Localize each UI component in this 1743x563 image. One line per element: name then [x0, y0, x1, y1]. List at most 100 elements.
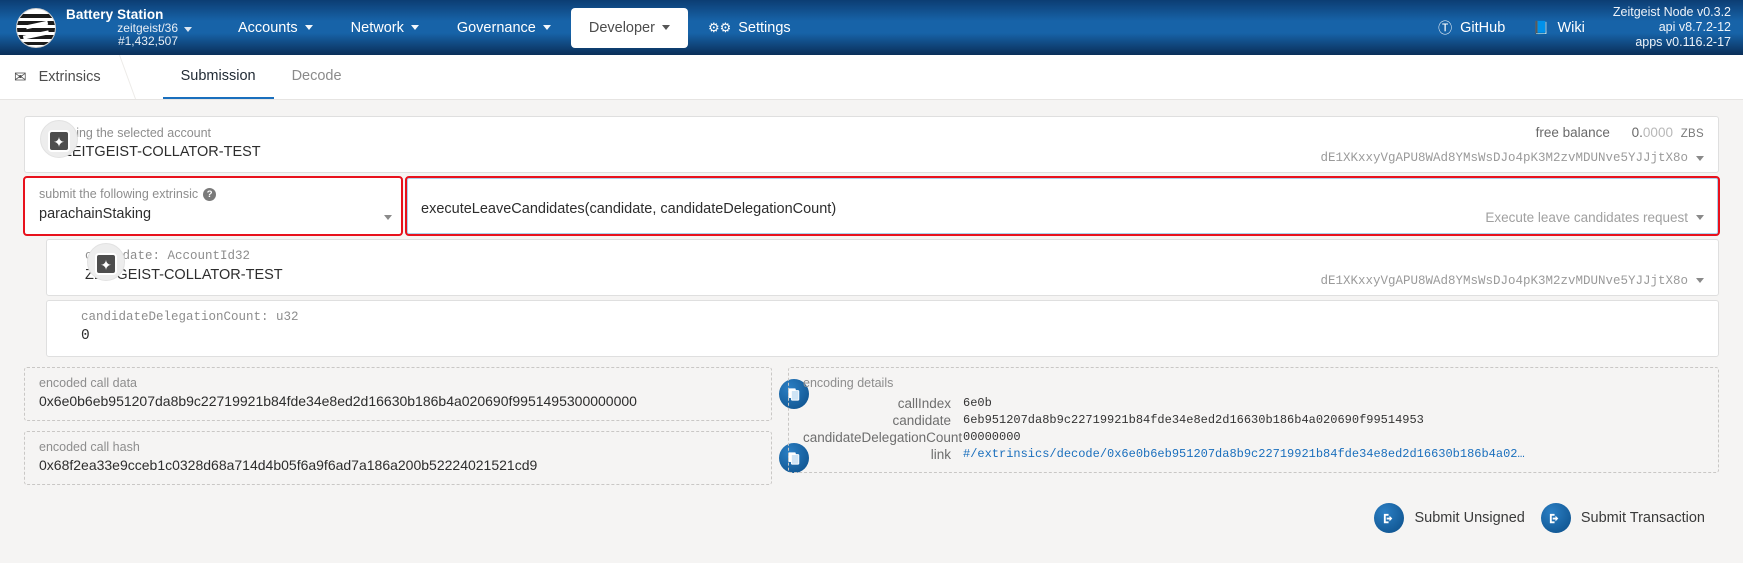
nav-label-governance: Governance	[457, 20, 536, 36]
chain-spec: zeitgeist/36	[66, 22, 194, 35]
sign-in-icon	[1374, 503, 1404, 533]
tab-decode[interactable]: Decode	[274, 55, 360, 99]
account-address-text: dE1XKxxyVgAPU8WAd8YMsWsDJo4pK3M2zvMDUNve…	[1320, 151, 1688, 165]
detail-key-link: link	[803, 447, 951, 462]
extrinsics-form: ✦ using the selected account ZEITGEIST-C…	[0, 100, 1743, 563]
api-version: api v8.7.2-12	[1613, 20, 1731, 35]
account-select[interactable]: using the selected account ZEITGEIST-COL…	[24, 116, 1719, 173]
candidate-account-select[interactable]: candidate: AccountId32 ZEITGEIST-COLLATO…	[46, 239, 1719, 296]
book-icon: 📘	[1533, 20, 1549, 36]
submit-transaction-button[interactable]: Submit Transaction	[1541, 503, 1705, 533]
submit-unsigned-label: Submit Unsigned	[1414, 510, 1524, 526]
wiki-link[interactable]: 📘 Wiki	[1533, 20, 1585, 36]
encoding-details-title: encoding details	[803, 376, 1704, 390]
apps-version: apps v0.116.2-17	[1613, 35, 1731, 50]
chevron-down-icon[interactable]	[1696, 156, 1704, 161]
encoded-call-data-value: 0x6e0b6eb951207da8b9c22719921b84fde34e8e…	[39, 393, 757, 409]
submit-transaction-label: Submit Transaction	[1581, 510, 1705, 526]
gears-icon: ⚙⚙	[708, 20, 731, 36]
free-balance-unit: ZBS	[1681, 128, 1704, 140]
chevron-down-icon	[305, 25, 313, 30]
free-balance-label: free balance	[1536, 125, 1610, 140]
chevron-down-icon	[411, 25, 419, 30]
submit-unsigned-button[interactable]: Submit Unsigned	[1374, 503, 1524, 533]
pallet-select[interactable]: submit the following extrinsic? parachai…	[24, 177, 402, 234]
encoded-call-data-label: encoded call data	[39, 376, 757, 390]
delegation-count-label: candidateDelegationCount: u32	[81, 309, 1704, 325]
tab-decode-label: Decode	[292, 68, 342, 84]
version-info: Zeitgeist Node v0.3.2 api v8.7.2-12 apps…	[1613, 5, 1743, 49]
candidate-expand-toggle[interactable]: ✦	[95, 253, 117, 275]
action-buttons: Submit Unsigned Submit Transaction	[24, 503, 1719, 533]
chevron-down-icon[interactable]	[384, 215, 392, 220]
chevron-down-icon	[662, 25, 670, 30]
wiki-label: Wiki	[1557, 20, 1584, 36]
top-navigation-bar: Battery Station zeitgeist/36 #1,432,507 …	[0, 0, 1743, 55]
account-expand-toggle[interactable]: ✦	[48, 130, 70, 152]
detail-value-candidate: 6eb951207da8b9c22719921b84fde34e8ed2d166…	[963, 413, 1704, 428]
encoded-column: encoded call data 0x6e0b6eb951207da8b9c2…	[24, 367, 772, 495]
chain-info[interactable]: Battery Station zeitgeist/36 #1,432,507	[66, 7, 194, 49]
free-balance: free balance 0.0000 ZBS	[1536, 125, 1704, 140]
account-address: dE1XKxxyVgAPU8WAd8YMsWsDJo4pK3M2zvMDUNve…	[1320, 151, 1704, 165]
chevron-down-icon[interactable]	[1696, 215, 1704, 220]
nav-item-accounts[interactable]: Accounts	[220, 8, 331, 48]
chain-name: Battery Station	[66, 7, 194, 22]
param-row-delegation-count: candidateDelegationCount: u32 0	[46, 300, 1719, 357]
encoding-details-box: encoding details callIndex 6e0b candidat…	[788, 367, 1719, 473]
tab-submission[interactable]: Submission	[163, 55, 274, 99]
extrinsics-icon: ✉	[14, 68, 27, 86]
tab-submission-label: Submission	[181, 68, 256, 84]
encoded-section: encoded call data 0x6e0b6eb951207da8b9c2…	[24, 367, 1719, 495]
nav-label-developer: Developer	[589, 20, 655, 36]
encoded-call-hash-box: encoded call hash 0x68f2ea33e9cceb1c0328…	[24, 431, 772, 485]
app-logo[interactable]	[8, 8, 64, 48]
chevron-down-icon[interactable]	[1696, 278, 1704, 283]
nav-label-accounts: Accounts	[238, 20, 298, 36]
nav-item-governance[interactable]: Governance	[439, 8, 569, 48]
section-tabbar: ✉ Extrinsics Submission Decode	[0, 55, 1743, 100]
github-label: GitHub	[1460, 20, 1505, 36]
delegation-count-input[interactable]: candidateDelegationCount: u32 0	[46, 300, 1719, 357]
candidate-address-text: dE1XKxxyVgAPU8WAd8YMsWsDJo4pK3M2zvMDUNve…	[1320, 274, 1688, 288]
chevron-down-icon	[543, 25, 551, 30]
encoding-details-column: encoding details callIndex 6e0b candidat…	[788, 367, 1719, 495]
nav-label-settings: Settings	[738, 20, 790, 36]
pallet-select-value: parachainStaking	[39, 204, 387, 225]
detail-value-callindex: 6e0b	[963, 396, 1704, 411]
method-hint-text: Execute leave candidates request	[1485, 210, 1688, 225]
code-branch-icon: Ⓣ	[1438, 18, 1452, 38]
delegation-count-value: 0	[81, 326, 1704, 347]
breadcrumb-label: Extrinsics	[39, 69, 101, 85]
nav-label-network: Network	[351, 20, 404, 36]
nav-item-network[interactable]: Network	[333, 8, 437, 48]
nav-item-developer[interactable]: Developer	[571, 8, 688, 48]
detail-key-delegationcount: candidateDelegationCount	[803, 430, 951, 445]
candidate-param-label: candidate: AccountId32	[85, 248, 1704, 264]
encoded-call-hash-label: encoded call hash	[39, 440, 757, 454]
account-row: ✦ using the selected account ZEITGEIST-C…	[24, 116, 1719, 173]
encoding-details-grid: callIndex 6e0b candidate 6eb951207da8b9c…	[803, 396, 1704, 462]
question-circle-icon[interactable]: ?	[203, 188, 216, 201]
block-number: #1,432,507	[66, 35, 194, 48]
chevron-down-icon[interactable]	[184, 27, 192, 32]
method-hint: Execute leave candidates request	[1485, 210, 1704, 225]
top-right-links: Ⓣ GitHub 📘 Wiki Zeitgeist Node v0.3.2 ap…	[1438, 0, 1743, 55]
breadcrumb: ✉ Extrinsics	[0, 55, 127, 99]
detail-key-callindex: callIndex	[803, 396, 951, 411]
tab-list: Submission Decode	[163, 55, 360, 99]
nav-item-settings[interactable]: ⚙⚙ Settings	[690, 8, 809, 48]
chain-spec-label: zeitgeist/36	[117, 21, 178, 35]
encoded-call-hash-value: 0x68f2ea33e9cceb1c0328d68a714d4b05f6a9f6…	[39, 457, 757, 473]
param-row-candidate: ✦ candidate: AccountId32 ZEITGEIST-COLLA…	[46, 239, 1719, 296]
detail-value-link[interactable]: #/extrinsics/decode/0x6e0b6eb951207da8b9…	[963, 447, 1704, 462]
github-link[interactable]: Ⓣ GitHub	[1438, 18, 1505, 38]
pallet-select-label: submit the following extrinsic?	[39, 186, 387, 202]
sign-in-icon	[1541, 503, 1571, 533]
main-menu: Accounts Network Governance Developer ⚙⚙…	[220, 0, 811, 55]
free-balance-frac: 0000	[1643, 125, 1673, 140]
method-select[interactable]: executeLeaveCandidates(candidate, candid…	[406, 177, 1719, 234]
detail-value-delegationcount: 00000000	[963, 430, 1704, 445]
candidate-address: dE1XKxxyVgAPU8WAd8YMsWsDJo4pK3M2zvMDUNve…	[1320, 274, 1704, 288]
node-version: Zeitgeist Node v0.3.2	[1613, 5, 1731, 20]
